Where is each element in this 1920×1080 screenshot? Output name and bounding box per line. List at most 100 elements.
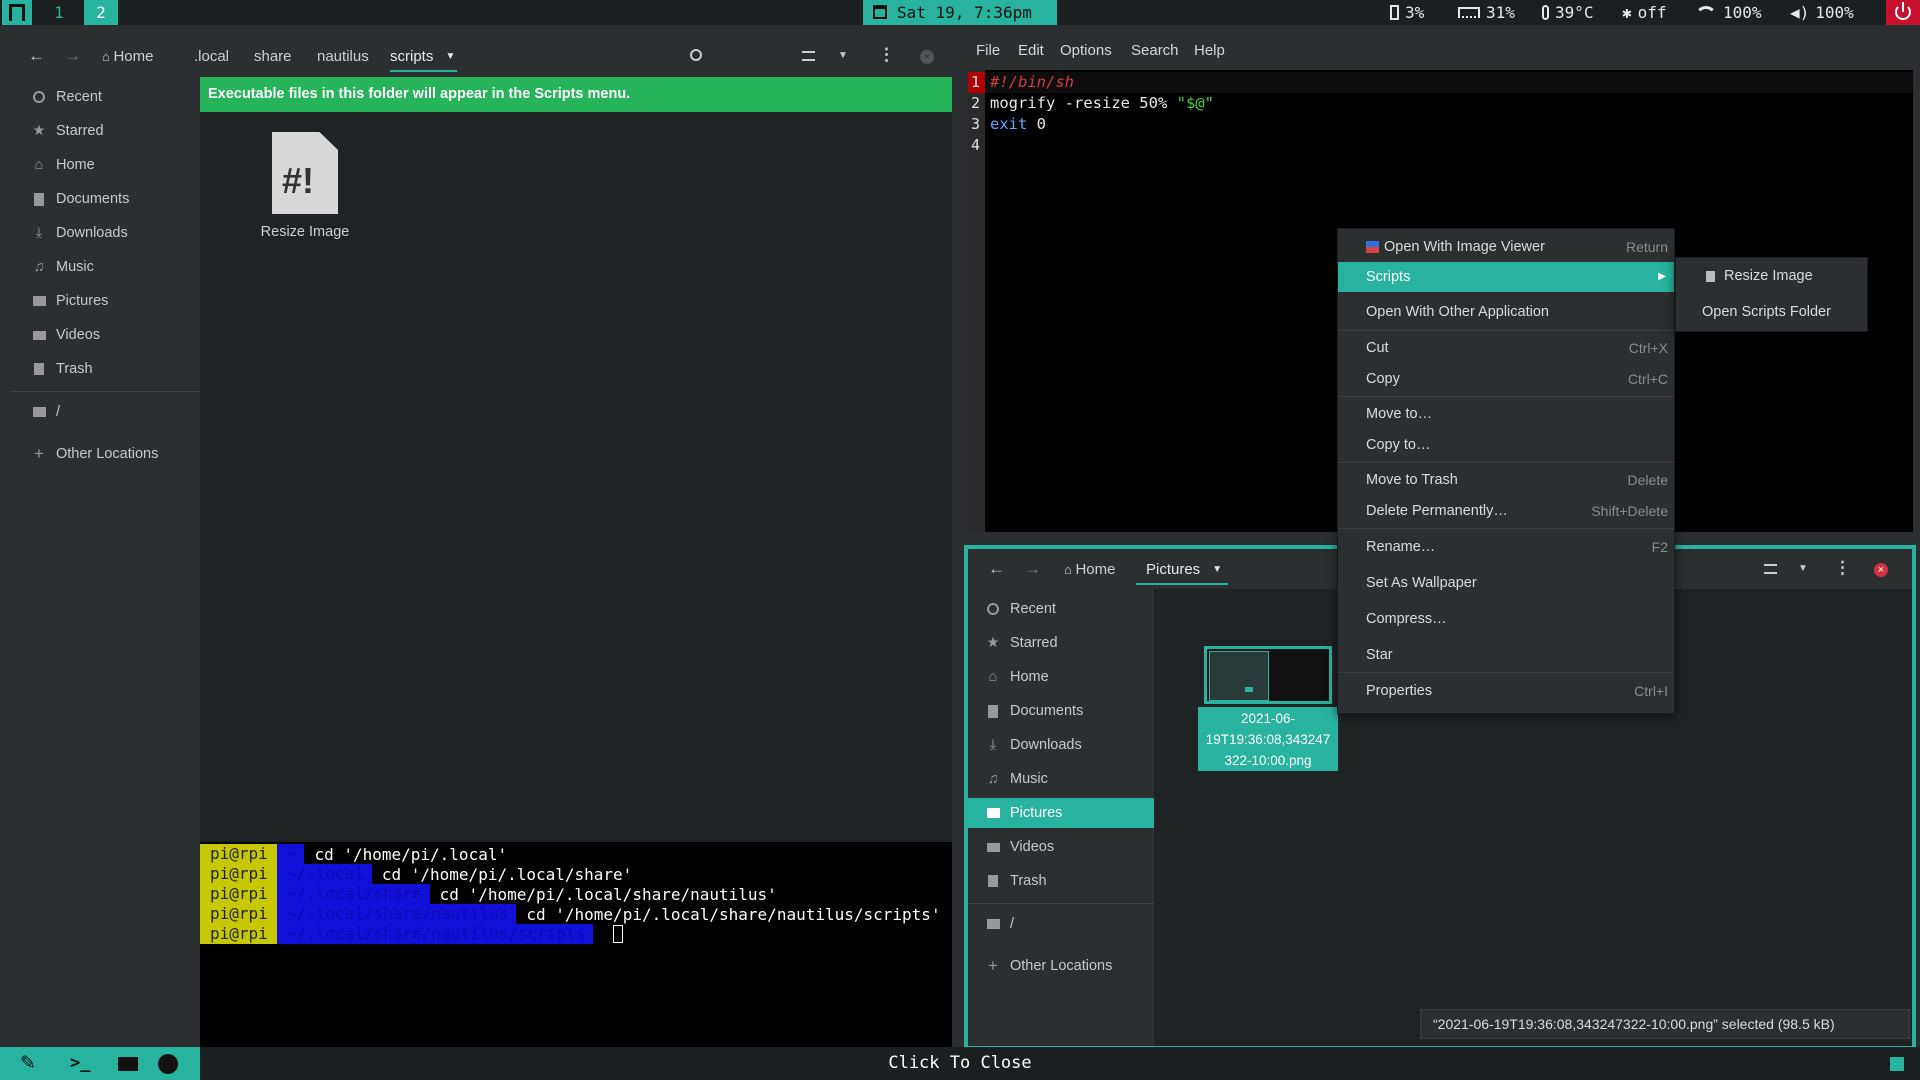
terminal-launcher-icon[interactable]: >_ [70, 1053, 90, 1073]
calendar-icon [873, 5, 887, 19]
search-icon[interactable] [690, 49, 702, 61]
tray-icon[interactable] [1890, 1057, 1904, 1071]
menu-separator [1338, 462, 1674, 463]
clock[interactable]: Sat 19, 7:36pm [863, 0, 1057, 25]
menu-item-scripts[interactable]: Scripts ▶ [1338, 262, 1674, 292]
breadcrumb-nautilus[interactable]: nautilus [317, 42, 369, 72]
bluetooth-status[interactable]: ✱ off [1622, 0, 1667, 25]
menu-help[interactable]: Help [1194, 42, 1225, 59]
terminal-cursor [613, 925, 624, 943]
breadcrumb-home[interactable]: ⌂ Home [102, 42, 153, 72]
sidebar-item-starred[interactable]: ★ Starred [10, 116, 200, 146]
document-icon [986, 704, 1000, 718]
app-menu-button[interactable] [2, 0, 32, 25]
terminal-window[interactable]: pi@rpi ~ cd '/home/pi/.local' pi@rpi ~/.loc… [200, 842, 952, 1047]
menu-item-cut[interactable]: Cut Ctrl+X [1338, 333, 1674, 363]
breadcrumb-scripts[interactable]: scripts ▼ [390, 42, 458, 72]
workspace-1[interactable]: 1 [44, 0, 74, 25]
menu-edit[interactable]: Edit [1018, 42, 1044, 59]
click-to-close-area[interactable]: Click To Close [200, 1047, 1720, 1080]
menu-item-open-with-other-app[interactable]: Open With Other Application [1338, 297, 1674, 327]
image-thumbnail[interactable] [1204, 646, 1332, 704]
clock-icon [32, 90, 46, 104]
sidebar: Recent ★ Starred ⌂ Home Documents ⤓ Downloa… [10, 77, 200, 1047]
power-button[interactable] [1886, 0, 1920, 25]
sidebar-item-root[interactable]: / [968, 909, 1154, 939]
menu-dots-icon[interactable]: ⋮ [1834, 558, 1851, 578]
sidebar-item-documents[interactable]: Documents [968, 696, 1154, 726]
menu-file[interactable]: File [976, 42, 1000, 59]
sidebar-item-documents[interactable]: Documents [10, 184, 200, 214]
list-view-icon[interactable] [1764, 564, 1777, 574]
back-arrow-icon[interactable]: ← [28, 46, 45, 66]
menu-item-open-with-image-viewer[interactable]: Open With Image Viewer Return [1338, 232, 1674, 262]
menu-item-move-to[interactable]: Move to… [1338, 399, 1674, 429]
wifi-status[interactable]: 100% [1695, 0, 1762, 25]
sidebar-item-starred[interactable]: ★ Starred [968, 628, 1154, 658]
menu-item-rename[interactable]: Rename… F2 [1338, 532, 1674, 562]
breadcrumb: ⌂ Home .local share nautilus scripts ▼ [102, 42, 982, 72]
browser-launcher-icon[interactable] [158, 1054, 178, 1074]
view-options-chevron-icon[interactable]: ▼ [1798, 563, 1808, 574]
breadcrumb-home[interactable]: ⌂ Home [1064, 555, 1115, 585]
forward-arrow-icon[interactable]: → [1024, 559, 1041, 579]
sidebar-item-recent[interactable]: Recent [968, 594, 1154, 624]
menu-item-copy[interactable]: Copy Ctrl+C [1338, 364, 1674, 394]
app-logo-icon [9, 4, 25, 21]
submenu-item-resize-image[interactable]: Resize Image [1676, 261, 1867, 291]
download-icon: ⤓ [35, 225, 43, 241]
sidebar-item-recent[interactable]: Recent [10, 82, 200, 112]
sidebar-item-other-locations[interactable]: + Other Locations [10, 439, 200, 469]
file-view: Executable files in this folder will app… [200, 77, 952, 842]
sidebar-item-videos[interactable]: Videos [968, 832, 1154, 862]
image-viewer-icon [1366, 241, 1379, 253]
breadcrumb-local[interactable]: .local [194, 42, 229, 72]
script-file-icon: #! [272, 132, 338, 214]
menu-search[interactable]: Search [1131, 42, 1179, 59]
sidebar-item-videos[interactable]: Videos [10, 320, 200, 350]
menu-item-star[interactable]: Star [1338, 640, 1674, 670]
sidebar-item-downloads[interactable]: ⤓ Downloads [968, 730, 1154, 760]
sidebar-item-other-locations[interactable]: + Other Locations [968, 951, 1154, 981]
wifi-icon [1695, 5, 1717, 20]
text-editor-launcher-icon[interactable]: ✎ [20, 1052, 36, 1075]
breadcrumb-share[interactable]: share [254, 42, 292, 72]
workspace-2[interactable]: 2 [84, 0, 118, 25]
menu-options[interactable]: Options [1060, 42, 1112, 59]
forward-arrow-icon[interactable]: → [64, 46, 81, 66]
music-icon: ♫ [33, 259, 45, 275]
menu-item-compress[interactable]: Compress… [1338, 604, 1674, 634]
submenu-item-open-scripts-folder[interactable]: Open Scripts Folder [1676, 297, 1867, 327]
sidebar-item-trash[interactable]: Trash [968, 866, 1154, 896]
image-file-label[interactable]: 2021-06- 19T19:36:08,343247 322-10:00.pn… [1198, 707, 1338, 771]
sidebar-item-home[interactable]: ⌂ Home [968, 662, 1154, 692]
sidebar-item-root[interactable]: / [10, 397, 200, 427]
sidebar-item-pictures[interactable]: Pictures [968, 798, 1154, 828]
file-item-resize-image[interactable]: #! Resize Image [245, 132, 355, 252]
sidebar-item-music[interactable]: ♫ Music [10, 252, 200, 282]
back-arrow-icon[interactable]: ← [988, 559, 1005, 579]
menu-item-move-to-trash[interactable]: Move to Trash Delete [1338, 465, 1674, 495]
folder-launcher-icon[interactable] [118, 1057, 138, 1071]
sidebar-item-home[interactable]: ⌂ Home [10, 150, 200, 180]
sidebar-item-pictures[interactable]: Pictures [10, 286, 200, 316]
menu-dots-icon[interactable]: ⋮ [878, 45, 895, 65]
menu-item-properties[interactable]: Properties Ctrl+I [1338, 676, 1674, 706]
breadcrumb-pictures[interactable]: Pictures ▼ [1136, 555, 1229, 585]
code-line: #!/bin/sh [990, 73, 1074, 91]
terminal-line: pi@rpi ~/.local/share cd '/home/pi/.local/… [200, 884, 777, 904]
close-icon[interactable]: × [920, 50, 934, 64]
line-number: 3 [971, 115, 981, 133]
close-icon[interactable]: × [1874, 563, 1888, 577]
menu-item-set-as-wallpaper[interactable]: Set As Wallpaper [1338, 568, 1674, 598]
menu-item-delete-permanently[interactable]: Delete Permanently… Shift+Delete [1338, 496, 1674, 526]
sidebar-item-downloads[interactable]: ⤓ Downloads [10, 218, 200, 248]
sidebar-item-trash[interactable]: Trash [10, 354, 200, 384]
list-view-icon[interactable] [802, 51, 815, 61]
view-options-chevron-icon[interactable]: ▼ [838, 50, 848, 61]
sidebar-item-music[interactable]: ♫ Music [968, 764, 1154, 794]
home-icon: ⌂ [988, 669, 998, 685]
menu-item-copy-to[interactable]: Copy to… [1338, 430, 1674, 460]
volume-status[interactable]: ◀) 100% [1790, 0, 1854, 25]
code-line: mogrify -resize 50% "$@" [990, 94, 1214, 112]
